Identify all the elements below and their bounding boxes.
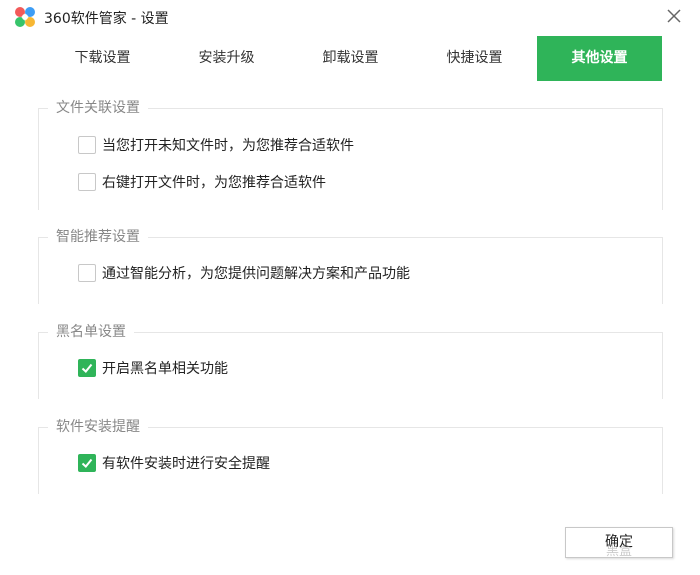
checkbox[interactable] — [78, 173, 96, 191]
close-icon[interactable] — [662, 4, 686, 28]
smart-recommend-group: 智能推荐设置 通过智能分析，为您提供问题解决方案和产品功能 — [38, 226, 663, 304]
tab-uninstall-settings[interactable]: 卸载设置 — [288, 36, 413, 81]
group-title: 黑名单设置 — [48, 321, 134, 343]
watermark: 黑盒 — [606, 544, 633, 559]
group-title: 文件关联设置 — [48, 97, 148, 119]
option-label: 通过智能分析，为您提供问题解决方案和产品功能 — [102, 266, 410, 282]
install-reminder-group: 软件安装提醒 有软件安装时进行安全提醒 — [38, 416, 663, 494]
checkbox-checked[interactable] — [78, 454, 96, 472]
blacklist-group: 黑名单设置 开启黑名单相关功能 — [38, 321, 663, 399]
tab-other-settings[interactable]: 其他设置 — [537, 36, 662, 81]
group-title: 软件安装提醒 — [48, 416, 148, 438]
checkbox-checked[interactable] — [78, 359, 96, 377]
checkbox[interactable] — [78, 264, 96, 282]
checkbox[interactable] — [78, 136, 96, 154]
file-association-group: 文件关联设置 当您打开未知文件时，为您推荐合适软件 右键打开文件时，为您推荐合适… — [38, 97, 663, 210]
option-label: 开启黑名单相关功能 — [102, 361, 228, 377]
tab-shortcut-settings[interactable]: 快捷设置 — [412, 36, 537, 81]
option-label: 当您打开未知文件时，为您推荐合适软件 — [102, 138, 354, 154]
option-label: 有软件安装时进行安全提醒 — [102, 456, 270, 472]
option-label: 右键打开文件时，为您推荐合适软件 — [102, 175, 326, 191]
group-frame — [38, 108, 663, 210]
group-title: 智能推荐设置 — [48, 226, 148, 248]
settings-tabs: 下载设置 安装升级 卸载设置 快捷设置 其他设置 — [40, 36, 662, 81]
tab-download-settings[interactable]: 下载设置 — [40, 36, 165, 81]
checkmark-icon — [81, 458, 93, 468]
checkmark-icon — [81, 363, 93, 373]
title-bar: 360软件管家 - 设置 — [0, 0, 700, 34]
window-title: 360软件管家 - 设置 — [44, 11, 169, 27]
tab-install-upgrade[interactable]: 安装升级 — [164, 36, 289, 81]
360-software-manager-logo-icon — [15, 7, 35, 27]
